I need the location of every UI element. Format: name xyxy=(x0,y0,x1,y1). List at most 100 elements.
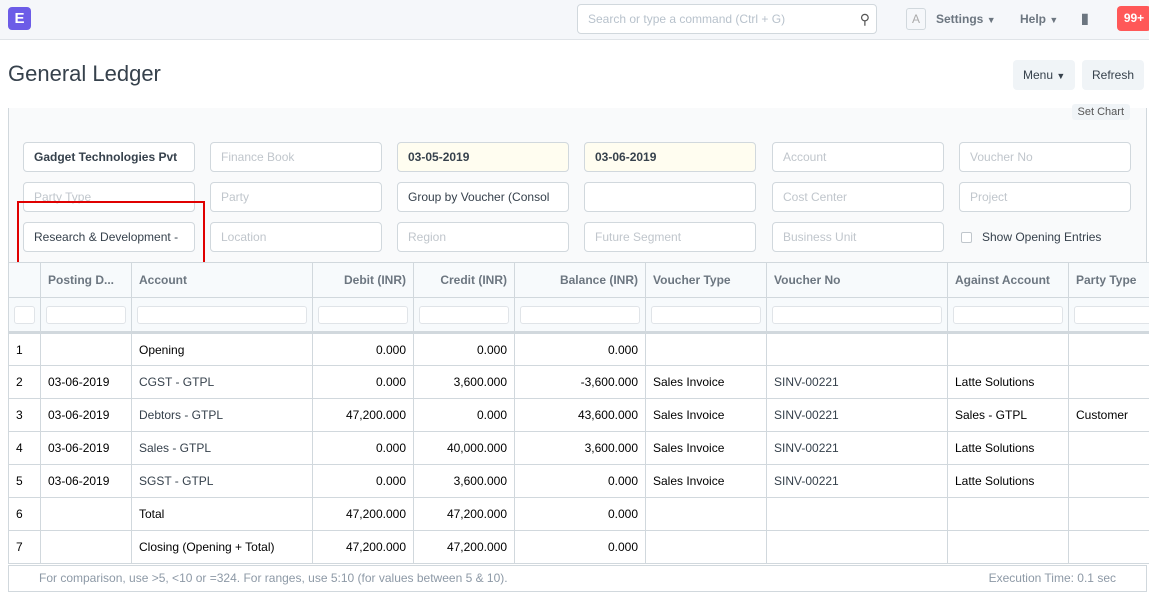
column-header[interactable]: Balance (INR) xyxy=(514,262,646,298)
ledger-table: Posting D... Account Debit (INR) Credit … xyxy=(8,262,1149,564)
account-cell[interactable]: Sales - GTPL xyxy=(131,431,313,465)
table-row[interactable]: 4 03-06-2019 Sales - GTPL 0.000 40,000.000 3,… xyxy=(8,431,1149,465)
balance-cell: 0.000 xyxy=(514,332,646,366)
account-field[interactable]: Account xyxy=(772,142,944,172)
account-cell[interactable]: SGST - GTPL xyxy=(131,464,313,498)
refresh-button[interactable]: Refresh xyxy=(1082,60,1145,90)
column-header[interactable]: Party Type xyxy=(1068,262,1149,298)
posting-date-cell xyxy=(40,530,132,564)
row-index-cell: 6 xyxy=(8,497,41,531)
settings-dropdown[interactable]: Settings ▼ xyxy=(936,12,996,26)
column-filter-input[interactable] xyxy=(953,305,1063,324)
debit-cell: 0.000 xyxy=(312,365,414,399)
credit-cell: 0.000 xyxy=(413,332,515,366)
settings-label: Settings xyxy=(936,12,984,26)
filter-hint: For comparison, use >5, <10 or =324. For… xyxy=(39,571,508,585)
project-field[interactable]: Project xyxy=(959,182,1131,212)
avatar[interactable]: A xyxy=(906,8,926,30)
posting-date-cell xyxy=(40,497,132,531)
app-logo[interactable]: E xyxy=(8,7,31,30)
column-filter-input[interactable] xyxy=(318,305,408,324)
menu-button[interactable]: Menu ▼ xyxy=(1013,60,1076,90)
table-row[interactable]: 1 Opening 0.000 0.000 0.000 xyxy=(8,332,1149,366)
row-index-header xyxy=(8,262,41,298)
column-header[interactable]: Against Account xyxy=(947,262,1069,298)
column-filter-input[interactable] xyxy=(520,305,640,324)
group-by-select[interactable]: Group by Voucher (Consol xyxy=(397,182,569,212)
voucher-type-cell xyxy=(645,497,767,531)
table-row[interactable]: 5 03-06-2019 SGST - GTPL 0.000 3,600.000 0.00… xyxy=(8,464,1149,498)
column-filter-input[interactable] xyxy=(1074,305,1149,324)
footer: For comparison, use >5, <10 or =324. For… xyxy=(8,565,1147,592)
menu-label: Menu xyxy=(1023,68,1054,82)
account-cell[interactable]: Debtors - GTPL xyxy=(131,398,313,432)
set-chart-button[interactable]: Set Chart xyxy=(1071,104,1130,120)
voucher-no-field[interactable]: Voucher No xyxy=(959,142,1131,172)
balance-cell: 0.000 xyxy=(514,530,646,564)
column-filter-input[interactable] xyxy=(772,305,942,324)
column-header[interactable]: Account xyxy=(131,262,313,298)
voucher-no-cell[interactable] xyxy=(766,530,948,564)
party-type-cell xyxy=(1068,431,1149,465)
business-unit-field[interactable]: Business Unit xyxy=(772,222,944,252)
credit-cell: 3,600.000 xyxy=(413,464,515,498)
debit-cell: 47,200.000 xyxy=(312,530,414,564)
voucher-no-cell[interactable]: SINV-00221 xyxy=(766,464,948,498)
voucher-no-cell[interactable] xyxy=(766,497,948,531)
row-index-cell: 5 xyxy=(8,464,41,498)
blank-field[interactable] xyxy=(584,182,756,212)
caret-down-icon: ▼ xyxy=(1056,71,1066,81)
page-title: General Ledger xyxy=(8,61,161,86)
party-type-cell xyxy=(1068,332,1149,366)
table-row[interactable]: 3 03-06-2019 Debtors - GTPL 47,200.000 0.000… xyxy=(8,398,1149,432)
voucher-no-cell[interactable]: SINV-00221 xyxy=(766,398,948,432)
notifications-badge[interactable]: 99+ xyxy=(1117,6,1149,31)
voucher-no-cell[interactable]: SINV-00221 xyxy=(766,365,948,399)
company-field[interactable]: Gadget Technologies Pvt xyxy=(23,142,195,172)
column-filter-input[interactable] xyxy=(419,305,509,324)
column-header[interactable]: Voucher No xyxy=(766,262,948,298)
from-date-field[interactable]: 03-05-2019 xyxy=(397,142,569,172)
show-opening-checkbox[interactable] xyxy=(961,232,972,243)
column-filter-input[interactable] xyxy=(651,305,761,324)
balance-cell: -3,600.000 xyxy=(514,365,646,399)
column-header[interactable]: Voucher Type xyxy=(645,262,767,298)
table-row[interactable]: 7 Closing (Opening + Total) 47,200.000 47,2… xyxy=(8,530,1149,564)
account-cell[interactable]: CGST - GTPL xyxy=(131,365,313,399)
show-opening-label: Show Opening Entries xyxy=(982,230,1102,244)
cost-center-field[interactable]: Cost Center xyxy=(772,182,944,212)
location-field[interactable]: Location xyxy=(210,222,382,252)
voucher-no-cell[interactable] xyxy=(766,332,948,366)
party-field[interactable]: Party xyxy=(210,182,382,212)
voucher-no-cell[interactable]: SINV-00221 xyxy=(766,431,948,465)
voucher-type-cell xyxy=(645,530,767,564)
credit-cell: 47,200.000 xyxy=(413,530,515,564)
row-index-cell: 4 xyxy=(8,431,41,465)
table-row[interactable]: 2 03-06-2019 CGST - GTPL 0.000 3,600.000 -3,6… xyxy=(8,365,1149,399)
column-filter-input[interactable] xyxy=(14,305,35,324)
table-row[interactable]: 6 Total 47,200.000 47,200.000 0.000 xyxy=(8,497,1149,531)
search-placeholder: Search or type a command (Ctrl + G) xyxy=(588,12,786,26)
voucher-type-cell: Sales Invoice xyxy=(645,365,767,399)
column-header[interactable]: Debit (INR) xyxy=(312,262,414,298)
to-date-field[interactable]: 03-06-2019 xyxy=(584,142,756,172)
against-account-cell xyxy=(947,530,1069,564)
region-field[interactable]: Region xyxy=(397,222,569,252)
debit-cell: 47,200.000 xyxy=(312,497,414,531)
column-filter-input[interactable] xyxy=(46,305,126,324)
finance-book-field[interactable]: Finance Book xyxy=(210,142,382,172)
search-input[interactable]: Search or type a command (Ctrl + G) ⚲ xyxy=(577,4,877,34)
account-cell: Total xyxy=(131,497,313,531)
execution-time: Execution Time: 0.1 sec xyxy=(988,571,1116,585)
against-account-cell: Latte Solutions xyxy=(947,431,1069,465)
column-header[interactable]: Posting D... xyxy=(40,262,132,298)
column-filter-input[interactable] xyxy=(137,305,307,324)
navbar: E Search or type a command (Ctrl + G) ⚲ A… xyxy=(0,0,1149,40)
future-segment-field[interactable]: Future Segment xyxy=(584,222,756,252)
chat-icon[interactable]: ▮ xyxy=(1081,10,1089,27)
posting-date-cell: 03-06-2019 xyxy=(40,398,132,432)
column-header[interactable]: Credit (INR) xyxy=(413,262,515,298)
account-cell: Closing (Opening + Total) xyxy=(131,530,313,564)
balance-cell: 43,600.000 xyxy=(514,398,646,432)
help-dropdown[interactable]: Help ▼ xyxy=(1020,12,1058,26)
